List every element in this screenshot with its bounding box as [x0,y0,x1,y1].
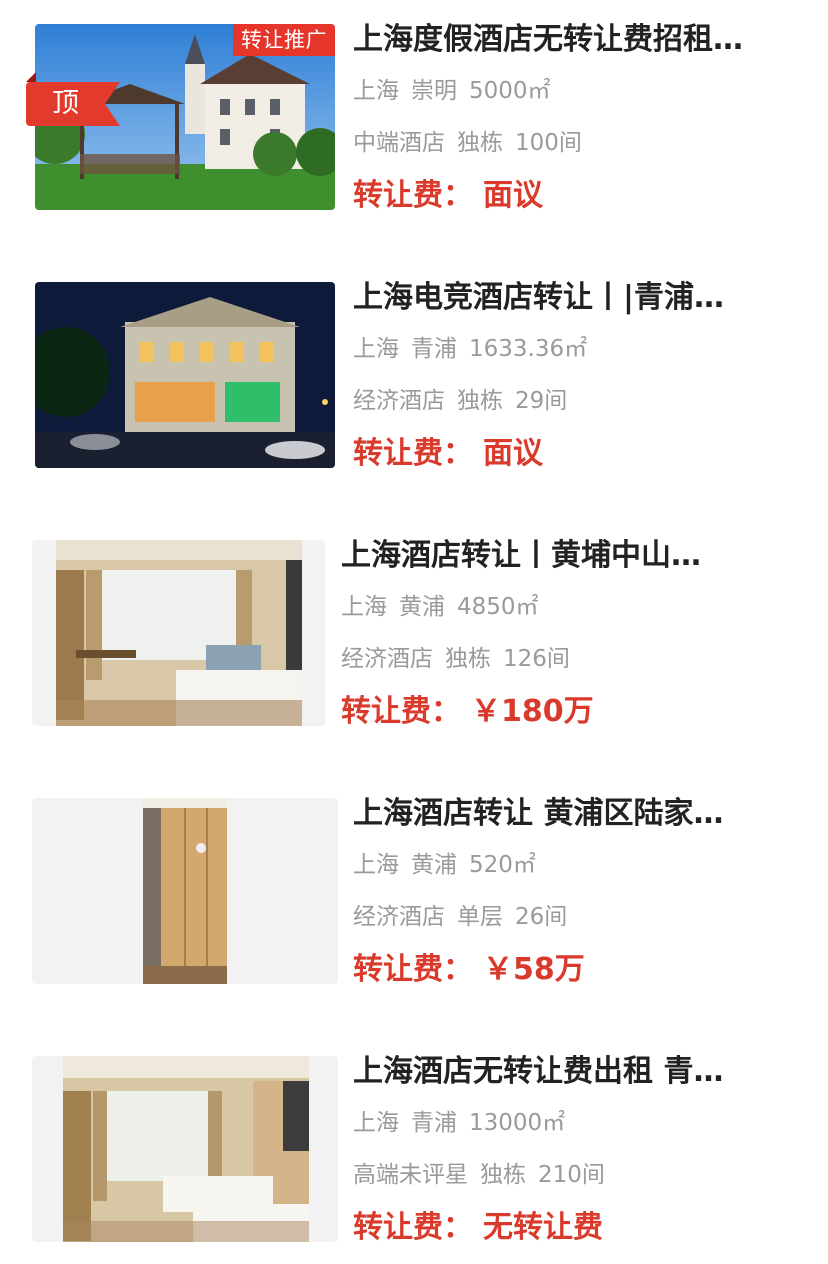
transfer-fee: 转让费： ￥180万 [341,692,781,732]
room-count: 126间 [503,646,570,672]
area: 520㎡ [469,852,536,878]
listing-specs: 经济酒店 独栋 29间 [353,386,793,416]
building-type: 独栋 [457,388,503,414]
transfer-fee: 转让费： 面议 [353,434,793,474]
transfer-fee-label: 转让费： [341,694,461,729]
listing-title[interactable]: 上海电竞酒店转让丨|青浦… [353,278,793,318]
building-type: 独栋 [457,130,503,156]
hotel-type: 经济酒店 [353,388,445,414]
room-count: 210间 [538,1162,605,1188]
list-item[interactable]: 上海酒店转让 黄浦区陆家… 上海 黄浦 520㎡ 经济酒店 单层 26间 转让费： ￥58… [0,794,828,994]
hotel-type: 经济酒店 [341,646,433,672]
room-count: 29间 [515,388,568,414]
transfer-fee: 转让费： ￥58万 [353,950,793,990]
listing-title[interactable]: 上海酒店转让丨黄埔中山… [341,536,781,576]
transfer-fee-label: 转让费： [353,436,473,471]
listing-specs: 高端未评星 独栋 210间 [353,1160,793,1190]
room-count: 26间 [515,904,568,930]
listing-info: 上海酒店转让丨黄埔中山… 上海 黄浦 4850㎡ 经济酒店 独栋 126间 转让费： ￥1… [341,536,781,732]
list-item[interactable]: 上海酒店转让丨黄埔中山… 上海 黄浦 4850㎡ 经济酒店 独栋 126间 转让费： ￥1… [0,536,828,736]
listing-specs: 经济酒店 单层 26间 [353,902,793,932]
transfer-fee-value: ￥180万 [471,694,594,729]
listing-location: 上海 青浦 1633.36㎡ [353,334,793,364]
hotel-type: 高端未评星 [353,1162,468,1188]
transfer-fee-label: 转让费： [353,1210,473,1245]
area: 5000㎡ [469,78,551,104]
listing-location: 上海 崇明 5000㎡ [353,76,793,106]
district: 崇明 [411,78,457,104]
list-item[interactable]: 转让推广 顶 上海度假酒店无转让费招租… 上海 崇明 5000㎡ 中端酒店 独栋 100… [0,20,828,220]
listing-thumbnail[interactable] [35,282,335,468]
list-item[interactable]: 上海酒店无转让费出租 青… 上海 青浦 13000㎡ 高端未评星 独栋 210间 转让费… [0,1052,828,1252]
listing-thumbnail[interactable] [32,798,338,984]
listing-info: 上海度假酒店无转让费招租… 上海 崇明 5000㎡ 中端酒店 独栋 100间 转让费： 面… [353,20,793,216]
listing-location: 上海 黄浦 520㎡ [353,850,793,880]
listing-location: 上海 青浦 13000㎡ [353,1108,793,1138]
listing-info: 上海酒店无转让费出租 青… 上海 青浦 13000㎡ 高端未评星 独栋 210间 转让费… [353,1052,793,1248]
room-count: 100间 [515,130,582,156]
top-ribbon-fold [26,72,36,82]
twin-room-photo [63,1056,309,1242]
transfer-fee-value: 面议 [483,178,543,213]
area: 1633.36㎡ [469,336,588,362]
listing-specs: 经济酒店 独栋 126间 [341,644,781,674]
esports-hotel-night-photo [35,282,335,468]
listing-thumbnail[interactable] [32,540,325,726]
listing-thumbnail[interactable] [32,1056,338,1242]
transfer-fee-value: ￥58万 [483,952,585,987]
promotion-badge: 转让推广 [233,24,335,56]
city: 上海 [353,1110,399,1136]
building-type: 单层 [457,904,503,930]
listing-title[interactable]: 上海酒店转让 黄浦区陆家… [353,794,793,834]
transfer-fee: 转让费： 面议 [353,176,793,216]
listing-info: 上海酒店转让 黄浦区陆家… 上海 黄浦 520㎡ 经济酒店 单层 26间 转让费： ￥58… [353,794,793,990]
district: 黄浦 [411,852,457,878]
city: 上海 [353,336,399,362]
listing-info: 上海电竞酒店转让丨|青浦… 上海 青浦 1633.36㎡ 经济酒店 独栋 29间 转让费… [353,278,793,474]
hotel-room-photo [56,540,302,726]
transfer-fee-value: 面议 [483,436,543,471]
hotel-type: 中端酒店 [353,130,445,156]
listing-specs: 中端酒店 独栋 100间 [353,128,793,158]
transfer-fee-label: 转让费： [353,952,473,987]
area: 13000㎡ [469,1110,566,1136]
transfer-fee-label: 转让费： [353,178,473,213]
building-type: 独栋 [445,646,491,672]
hotel-type: 经济酒店 [353,904,445,930]
listing-title[interactable]: 上海度假酒店无转让费招租… [353,20,793,60]
district: 青浦 [411,1110,457,1136]
city: 上海 [353,78,399,104]
district: 青浦 [411,336,457,362]
hotel-listing-list: 转让推广 顶 上海度假酒店无转让费招租… 上海 崇明 5000㎡ 中端酒店 独栋 100… [0,0,828,1264]
transfer-fee-value: 无转让费 [483,1210,603,1245]
area: 4850㎡ [457,594,539,620]
hotel-corridor-photo [143,798,227,984]
transfer-fee: 转让费： 无转让费 [353,1208,793,1248]
district: 黄浦 [399,594,445,620]
city: 上海 [341,594,387,620]
building-type: 独栋 [480,1162,526,1188]
list-item[interactable]: 上海电竞酒店转让丨|青浦… 上海 青浦 1633.36㎡ 经济酒店 独栋 29间 转让费… [0,278,828,478]
city: 上海 [353,852,399,878]
listing-location: 上海 黄浦 4850㎡ [341,592,781,622]
listing-title[interactable]: 上海酒店无转让费出租 青… [353,1052,793,1092]
